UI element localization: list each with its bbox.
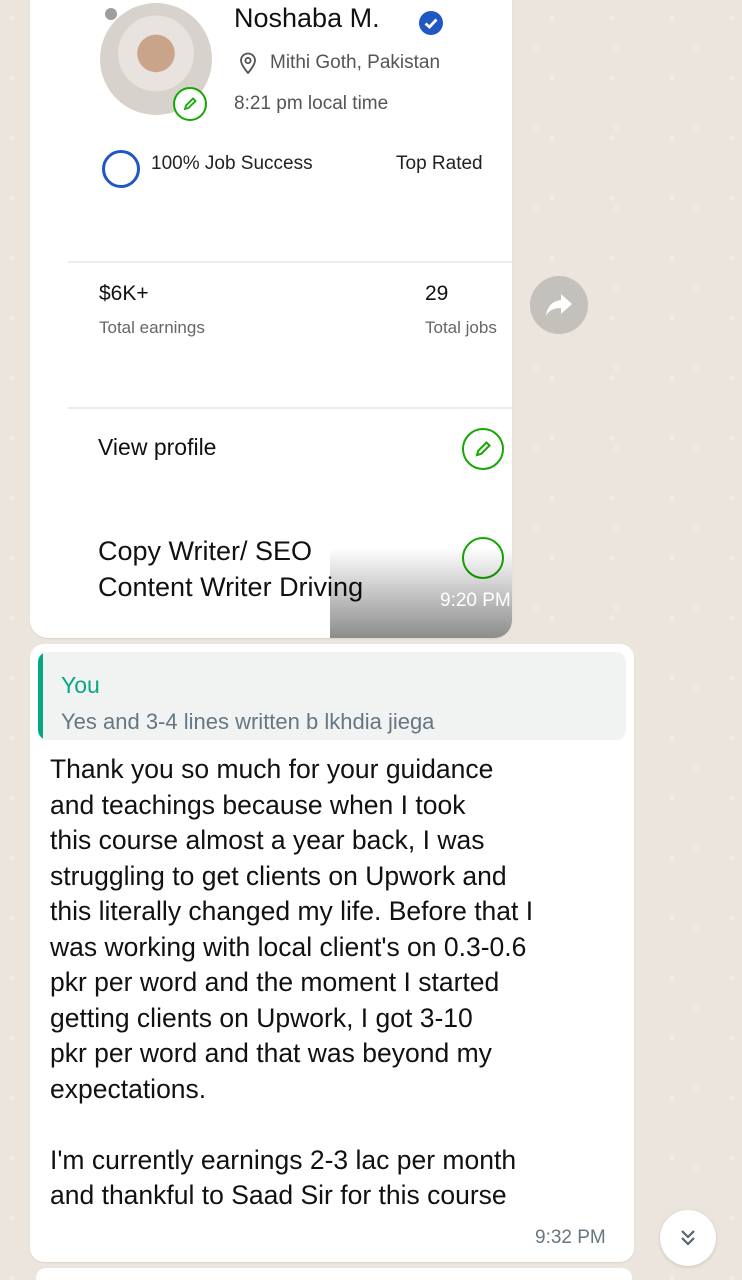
profile-title-line-2: Content Writer Driving — [98, 572, 364, 602]
divider — [68, 407, 512, 409]
next-message-edge — [36, 1268, 632, 1280]
total-jobs-value: 29 — [425, 282, 449, 305]
card-timestamp: 9:20 PM — [440, 590, 511, 611]
message-timestamp: 9:32 PM — [535, 1227, 606, 1248]
profile-name: Noshaba M. — [234, 3, 380, 33]
quote-author: You — [61, 672, 100, 698]
message-line: I'm currently earnings 2-3 lac per month — [50, 1144, 517, 1175]
message-bubble[interactable]: You Yes and 3-4 lines written b lkhdia j… — [30, 644, 634, 1262]
message-line: struggling to get clients on Upwork and — [50, 860, 507, 891]
double-chevron-down-icon — [681, 1230, 695, 1246]
profile-title-line-1: Copy Writer/ SEO — [98, 536, 313, 566]
message-line: and teachings because when I took — [50, 789, 466, 820]
message-text: Thank you so much for your guidance and … — [50, 752, 620, 1214]
message-line: and thankful to Saad Sir for this course — [50, 1180, 507, 1210]
forward-button[interactable] — [530, 276, 588, 334]
message-line: was working with local client's on 0.3-0… — [50, 931, 527, 962]
quoted-reply[interactable]: You Yes and 3-4 lines written b lkhdia j… — [38, 652, 626, 740]
location-pin-icon — [240, 52, 256, 74]
profile-location: Mithi Goth, Pakistan — [270, 52, 441, 73]
top-rated-badge: Top Rated — [396, 153, 483, 174]
total-earnings-label: Total earnings — [99, 318, 205, 337]
quote-text: Yes and 3-4 lines written b lkhdia jiega — [61, 709, 435, 734]
message-line: pkr per word and the moment I started — [50, 967, 500, 997]
forward-arrow-icon — [546, 294, 572, 316]
message-line: expectations. — [50, 1073, 207, 1104]
quote-accent-bar — [38, 652, 43, 740]
message-line: this course almost a year back, I was — [50, 825, 485, 855]
total-jobs-label: Total jobs — [425, 318, 497, 337]
message-line: Thank you so much for your guidance — [50, 754, 494, 784]
total-earnings-value: $6K+ — [99, 282, 149, 305]
status-dot — [105, 8, 117, 20]
scroll-to-bottom-button[interactable] — [660, 1210, 716, 1266]
verified-icon — [419, 11, 443, 35]
avatar-edit-icon — [173, 87, 207, 121]
job-success-label: 100% Job Success — [151, 153, 313, 174]
divider — [68, 261, 512, 263]
message-line: this literally changed my life. Before t… — [50, 896, 534, 926]
job-success-ring-icon — [102, 150, 140, 188]
view-profile-link[interactable]: View profile — [98, 434, 216, 461]
profile-local-time: 8:21 pm local time — [234, 93, 389, 114]
message-line: pkr per word and that was beyond my — [50, 1038, 492, 1068]
edit-icon[interactable] — [462, 428, 504, 470]
message-line: getting clients on Upwork, I got 3-10 — [50, 1002, 473, 1033]
shared-profile-card[interactable]: Noshaba M. Mithi Goth, Pakistan 8:21 pm … — [30, 0, 512, 638]
